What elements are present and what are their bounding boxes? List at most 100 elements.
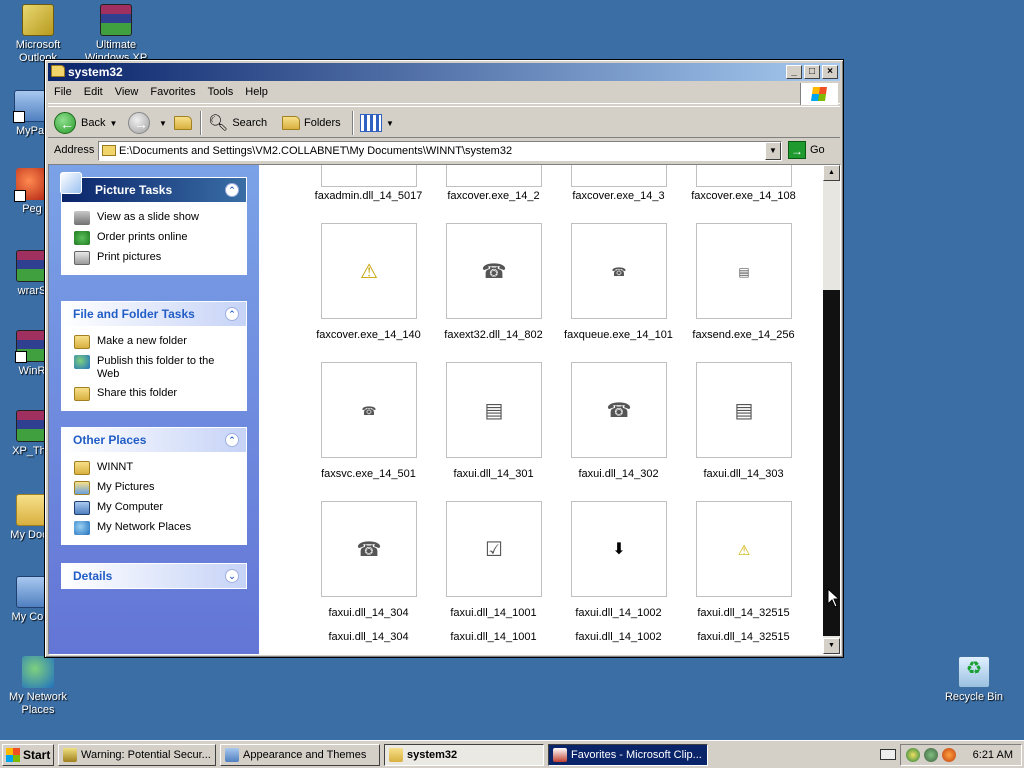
system-tray: 6:21 AM [900, 744, 1022, 766]
folders-button[interactable]: Folders [282, 110, 341, 136]
forward-button[interactable]: → ▼ [128, 110, 167, 136]
panel-file-folder-tasks: File and Folder Tasks ⌃ Make a new folde… [61, 301, 247, 411]
menu-view[interactable]: View [109, 83, 145, 101]
file-name[interactable]: faxcover.exe_14_108 [681, 190, 806, 202]
chevron-up-icon[interactable]: ⌃ [225, 433, 239, 447]
file-thumbnail[interactable]: ⚠ [696, 501, 792, 597]
file-name[interactable]: faxui.dll_14_304 [306, 607, 431, 619]
task-share-folder[interactable]: Share this folder [74, 384, 238, 404]
file-thumbnail[interactable] [446, 165, 542, 187]
file-thumbnail[interactable]: ☎ [571, 223, 667, 319]
clock[interactable]: 6:21 AM [973, 745, 1013, 765]
task-print-pictures[interactable]: Print pictures [74, 248, 238, 268]
panel-header[interactable]: Details ⌄ [62, 564, 246, 588]
file-name[interactable]: faxui.dll_14_1002 [556, 631, 681, 643]
file-name[interactable]: faxui.dll_14_32515 [681, 631, 806, 643]
network-tray-icon[interactable] [924, 748, 938, 762]
back-button[interactable]: ← Back ▼ [54, 110, 117, 136]
desktop-icon-outlook[interactable]: Microsoft Outlook [0, 4, 76, 65]
taskbar-item-appearance-themes[interactable]: Appearance and Themes [220, 744, 380, 766]
desktop-icon-ultimate-xp[interactable]: Ultimate Windows XP [78, 4, 154, 65]
chevron-up-icon[interactable]: ⌃ [225, 183, 239, 197]
file-thumbnail[interactable]: ⚠ [321, 223, 417, 319]
menu-tools[interactable]: Tools [202, 83, 240, 101]
taskbar-item-warning[interactable]: Warning: Potential Secur... [58, 744, 216, 766]
file-name[interactable]: faxcover.exe_14_3 [556, 190, 681, 202]
views-button[interactable]: ▼ [360, 110, 394, 136]
file-name[interactable]: faxui.dll_14_1002 [556, 607, 681, 619]
scroll-thumb[interactable] [823, 290, 840, 636]
taskbar-item-favorites-clip[interactable]: Favorites - Microsoft Clip... [548, 744, 708, 766]
file-thumbnail[interactable]: ☎ [321, 501, 417, 597]
search-tray-icon[interactable] [942, 748, 956, 762]
file-thumbnail[interactable]: ☎ [571, 362, 667, 458]
place-my-computer[interactable]: My Computer [74, 498, 238, 518]
file-name[interactable]: faxui.dll_14_301 [431, 468, 556, 480]
task-new-folder[interactable]: Make a new folder [74, 332, 238, 352]
file-thumbnail[interactable]: ☑ [446, 501, 542, 597]
address-dropdown-icon[interactable]: ▼ [765, 142, 781, 160]
file-thumbnail[interactable] [321, 165, 417, 187]
taskbar-item-system32[interactable]: system32 [384, 744, 544, 766]
chevron-up-icon[interactable]: ⌃ [225, 307, 239, 321]
file-thumbnail[interactable]: ▤ [446, 362, 542, 458]
file-name[interactable]: faxadmin.dll_14_5017 [306, 190, 431, 202]
menu-bar: File Edit View Favorites Tools Help [48, 83, 840, 105]
file-thumbnail[interactable] [571, 165, 667, 187]
task-publish-web[interactable]: Publish this folder to the Web [74, 352, 238, 384]
forward-dropdown-icon[interactable]: ▼ [159, 119, 167, 128]
file-thumbnail[interactable]: ☎ [446, 223, 542, 319]
task-view-slideshow[interactable]: View as a slide show [74, 208, 238, 228]
close-button[interactable]: × [822, 65, 838, 79]
title-bar[interactable]: system32 _ □ × [48, 63, 840, 81]
file-name[interactable]: faxui.dll_14_304 [306, 631, 431, 643]
task-order-prints[interactable]: Order prints online [74, 228, 238, 248]
menu-edit[interactable]: Edit [78, 83, 109, 101]
file-name[interactable]: faxqueue.exe_14_101 [556, 329, 681, 341]
vertical-scrollbar[interactable]: ▲ ▼ [823, 165, 840, 654]
explorer-window[interactable]: system32 _ □ × File Edit View Favorites Tool… [44, 59, 844, 658]
panel-header[interactable]: Other Places ⌃ [62, 428, 246, 452]
file-thumbnail[interactable]: ▤ [696, 362, 792, 458]
security-shield-icon[interactable] [906, 748, 920, 762]
maximize-button[interactable]: □ [804, 65, 820, 79]
go-button[interactable]: → Go [788, 141, 825, 159]
scroll-down-button[interactable]: ▼ [823, 638, 840, 654]
panel-header[interactable]: Picture Tasks ⌃ [60, 172, 246, 202]
address-input[interactable]: E:\Documents and Settings\VM2.COLLABNET\… [98, 141, 782, 161]
desktop-icon-recycle-bin[interactable]: Recycle Bin [936, 656, 1012, 704]
place-my-pictures[interactable]: My Pictures [74, 478, 238, 498]
back-dropdown-icon[interactable]: ▼ [109, 119, 117, 128]
panel-header[interactable]: File and Folder Tasks ⌃ [62, 302, 246, 326]
place-my-network-places[interactable]: My Network Places [74, 518, 238, 538]
file-thumbnail[interactable]: ▤ [696, 223, 792, 319]
go-arrow-icon: → [788, 141, 806, 159]
file-name[interactable]: faxcover.exe_14_140 [306, 329, 431, 341]
file-name[interactable]: faxui.dll_14_32515 [681, 607, 806, 619]
up-button[interactable] [174, 110, 196, 136]
file-name[interactable]: faxui.dll_14_303 [681, 468, 806, 480]
start-button[interactable]: Start [2, 744, 54, 766]
file-name[interactable]: faxui.dll_14_1001 [431, 631, 556, 643]
desktop-icon-my-network-places[interactable]: My Network Places [0, 656, 76, 717]
fax-checklist-icon: ☑ [485, 539, 503, 561]
file-thumbnail[interactable]: ⬇ [571, 501, 667, 597]
menu-file[interactable]: File [48, 83, 78, 101]
file-thumbnail[interactable]: ☎ [321, 362, 417, 458]
search-button[interactable]: 🔍︎ Search [208, 110, 267, 136]
scroll-up-button[interactable]: ▲ [823, 165, 840, 181]
menu-favorites[interactable]: Favorites [144, 83, 201, 101]
keyboard-icon[interactable] [880, 749, 896, 760]
minimize-button[interactable]: _ [786, 65, 802, 79]
menu-help[interactable]: Help [239, 83, 274, 101]
file-name[interactable]: faxui.dll_14_1001 [431, 607, 556, 619]
place-label: WINNT [97, 461, 134, 473]
place-winnt[interactable]: WINNT [74, 458, 238, 478]
file-name[interactable]: faxsvc.exe_14_501 [306, 468, 431, 480]
file-name[interactable]: faxcover.exe_14_2 [431, 190, 556, 202]
file-name[interactable]: faxsend.exe_14_256 [681, 329, 806, 341]
file-name[interactable]: faxui.dll_14_302 [556, 468, 681, 480]
file-thumbnail[interactable] [696, 165, 792, 187]
chevron-down-icon[interactable]: ⌄ [225, 569, 239, 583]
file-name[interactable]: faxext32.dll_14_802 [431, 329, 556, 341]
